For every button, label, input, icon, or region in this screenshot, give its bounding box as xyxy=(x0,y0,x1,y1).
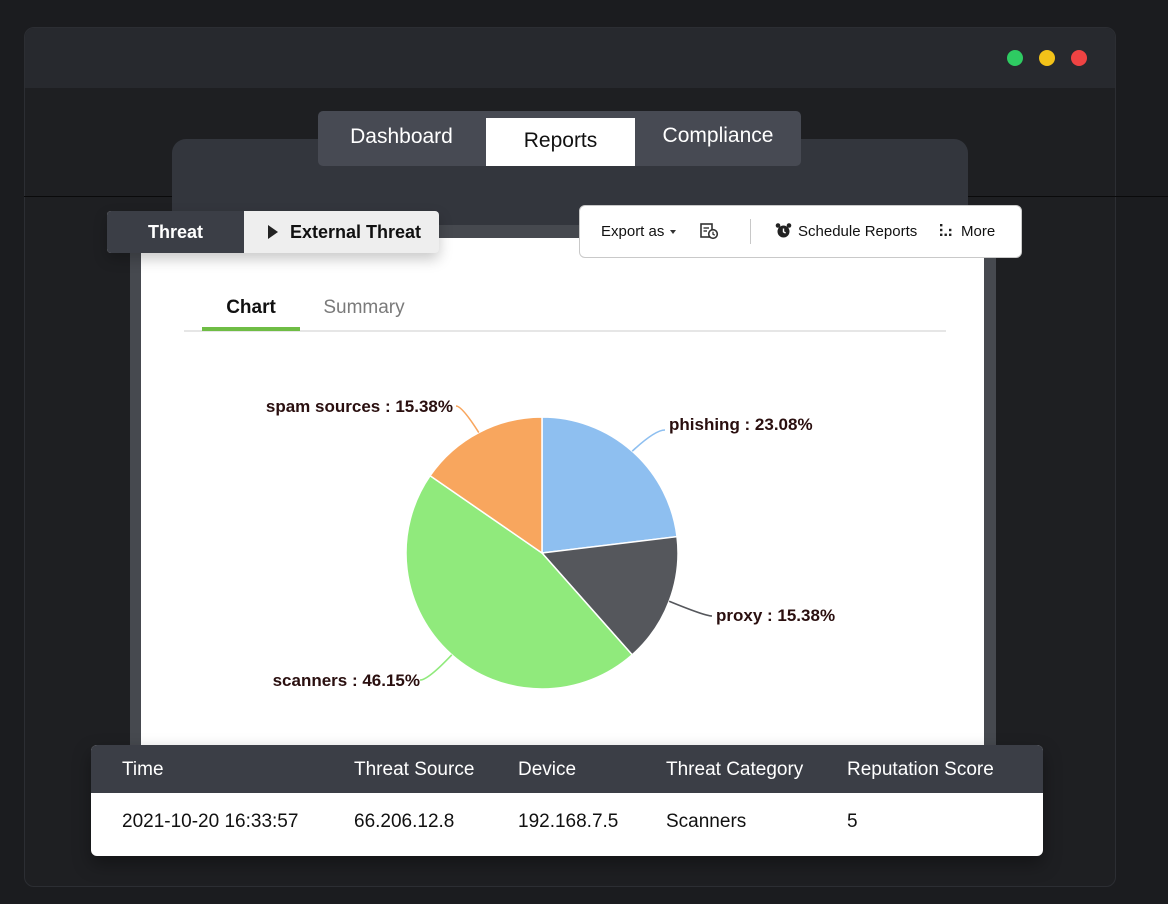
pie-connector-scanners xyxy=(419,654,453,681)
header-threat-category[interactable]: Threat Category xyxy=(666,745,803,795)
cell-threat-category: Scanners xyxy=(666,811,747,832)
pie-connector-proxy xyxy=(668,600,713,617)
pie-slice-phishing[interactable] xyxy=(541,416,678,554)
cell-time: 2021-10-20 16:33:57 xyxy=(122,811,299,832)
pie-label-spam-sources: spam sources : 15.38% xyxy=(266,397,453,416)
header-time[interactable]: Time xyxy=(122,745,164,795)
cell-device: 192.168.7.5 xyxy=(518,811,619,832)
header-threat-source[interactable]: Threat Source xyxy=(354,745,474,795)
threat-table: Time Threat Source Device Threat Categor… xyxy=(91,745,1043,856)
pie-connector-spam-sources xyxy=(455,405,480,433)
pie-label-scanners: scanners : 46.15% xyxy=(273,671,420,690)
pie-label-phishing: phishing : 23.08% xyxy=(669,415,813,434)
pie-connector-phishing xyxy=(631,429,666,452)
cell-threat-source: 66.206.12.8 xyxy=(354,811,455,832)
pie-label-proxy: proxy : 15.38% xyxy=(716,606,835,625)
header-reputation-score[interactable]: Reputation Score xyxy=(847,745,994,795)
cell-reputation-score: 5 xyxy=(847,811,858,832)
header-device[interactable]: Device xyxy=(518,745,576,795)
table-header-row: Time Threat Source Device Threat Categor… xyxy=(91,745,1043,793)
